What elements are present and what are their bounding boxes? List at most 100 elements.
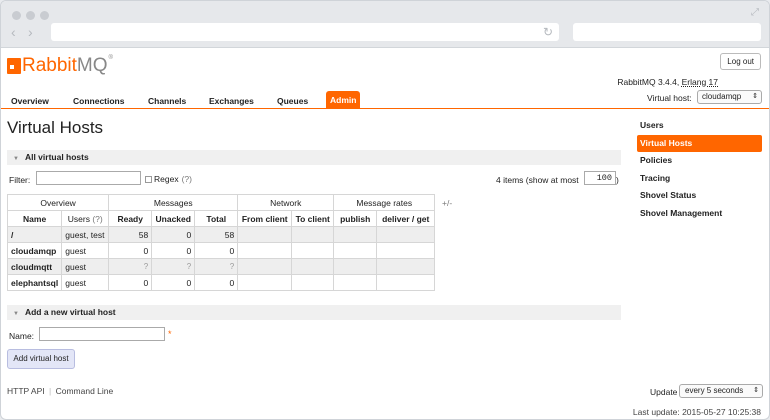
regex-help-link[interactable]: (?) bbox=[182, 174, 192, 184]
update-label: Update bbox=[650, 387, 678, 397]
items-count-close: ) bbox=[616, 175, 619, 185]
sidebar-item-users[interactable]: Users bbox=[637, 117, 762, 135]
close-window-dot[interactable] bbox=[12, 11, 21, 20]
minimize-window-dot[interactable] bbox=[26, 11, 35, 20]
vhost-deliver-get bbox=[376, 274, 436, 291]
tab-queues[interactable]: Queues bbox=[273, 93, 312, 109]
col-unacked[interactable]: Unacked bbox=[151, 210, 196, 227]
vhost-to-client bbox=[291, 242, 335, 259]
page-size-input[interactable]: 100 bbox=[584, 171, 616, 185]
address-bar[interactable]: ↻ bbox=[51, 23, 559, 41]
vhost-deliver-get bbox=[376, 258, 436, 275]
vhost-unacked: 0 bbox=[151, 226, 196, 243]
sidebar-item-shovel-management[interactable]: Shovel Management bbox=[637, 205, 762, 223]
collapse-triangle-icon: ▼ bbox=[13, 156, 19, 162]
forward-icon[interactable]: › bbox=[28, 25, 38, 39]
regex-checkbox[interactable] bbox=[145, 175, 152, 183]
group-messages: Messages bbox=[108, 194, 239, 211]
tab-admin[interactable]: Admin bbox=[326, 91, 361, 109]
vhost-users: guest bbox=[61, 274, 110, 291]
filter-label: Filter: bbox=[9, 175, 31, 185]
col-name[interactable]: Name bbox=[6, 210, 63, 227]
fullscreen-icon[interactable]: ⤢ bbox=[749, 7, 761, 19]
vhost-total: 0 bbox=[194, 242, 239, 259]
tab-overview[interactable]: Overview bbox=[7, 93, 53, 109]
vhost-unacked: 0 bbox=[151, 274, 196, 291]
last-update-timestamp: Last update: 2015-05-27 10:25:38 bbox=[632, 407, 761, 417]
required-marker: * bbox=[168, 329, 172, 339]
page-title: Virtual Hosts bbox=[7, 118, 104, 137]
select-arrows-icon: ⇕ bbox=[753, 387, 759, 394]
zoom-window-dot[interactable] bbox=[40, 11, 49, 20]
all-vhosts-section-header[interactable]: ▼ All virtual hosts bbox=[7, 150, 621, 165]
vhost-publish bbox=[333, 226, 378, 243]
http-api-link[interactable]: HTTP API bbox=[7, 386, 45, 396]
logo-text-rabbit: Rabbit bbox=[22, 55, 77, 76]
col-publish[interactable]: publish bbox=[333, 210, 378, 227]
filter-input[interactable] bbox=[36, 171, 141, 185]
vhost-from-client bbox=[237, 258, 293, 275]
back-icon[interactable]: ‹ bbox=[11, 25, 21, 39]
vhost-to-client bbox=[291, 274, 335, 291]
reload-icon[interactable]: ↻ bbox=[543, 25, 553, 39]
footer-links: HTTP API | Command Line bbox=[7, 386, 113, 396]
tab-channels[interactable]: Channels bbox=[144, 93, 190, 109]
vhost-ready: 58 bbox=[108, 226, 153, 243]
rabbitmq-logo-icon bbox=[7, 58, 21, 74]
vhost-unacked: 0 bbox=[151, 242, 196, 259]
table-header-row: Name Users (?) Ready Unacked Total From … bbox=[6, 210, 436, 227]
add-vhost-section-header[interactable]: ▼ Add a new virtual host bbox=[7, 305, 621, 320]
vhost-from-client bbox=[237, 242, 293, 259]
vhost-to-client bbox=[291, 226, 335, 243]
vhost-ready: ? bbox=[108, 258, 153, 275]
vhosts-table: Overview Messages Network Message rates … bbox=[6, 194, 436, 291]
col-deliver-get[interactable]: deliver / get bbox=[376, 210, 436, 227]
vhost-total: ? bbox=[194, 258, 239, 275]
sidebar-item-tracing[interactable]: Tracing bbox=[637, 170, 762, 188]
vhost-users: guest, test bbox=[61, 226, 110, 243]
vhost-users: guest bbox=[61, 242, 110, 259]
col-to-client[interactable]: To client bbox=[291, 210, 335, 227]
col-users-help[interactable]: (?) bbox=[92, 214, 102, 224]
sidebar-item-virtual-hosts[interactable]: Virtual Hosts bbox=[637, 134, 762, 152]
add-vhost-button[interactable]: Add virtual host bbox=[7, 349, 75, 369]
sidebar-item-policies[interactable]: Policies bbox=[637, 152, 762, 170]
browser-chrome: ⤢ ‹ › ↻ bbox=[1, 1, 769, 48]
vhost-total: 58 bbox=[194, 226, 239, 243]
table-group-header-row: Overview Messages Network Message rates bbox=[6, 194, 436, 211]
erlang-version-link[interactable]: Erlang 17 bbox=[682, 77, 718, 87]
vhost-deliver-get bbox=[376, 226, 436, 243]
vhost-name-link[interactable]: cloudamqp bbox=[6, 242, 63, 259]
items-count: 4 items (show at most bbox=[496, 175, 579, 185]
admin-sidebar: Users Virtual Hosts Policies Tracing Sho… bbox=[637, 117, 762, 222]
footer-separator: | bbox=[49, 386, 52, 396]
vhost-ready: 0 bbox=[108, 274, 153, 291]
vhost-total: 0 bbox=[194, 274, 239, 291]
version-info: RabbitMQ 3.4.4, Erlang 17 bbox=[617, 77, 718, 87]
vhost-to-client bbox=[291, 258, 335, 275]
column-toggle-link[interactable]: +/- bbox=[442, 198, 452, 208]
logo-registered-mark: ® bbox=[108, 55, 113, 61]
col-users[interactable]: Users (?) bbox=[61, 210, 110, 227]
col-from-client[interactable]: From client bbox=[237, 210, 293, 227]
regex-label: Regex bbox=[154, 174, 179, 184]
rabbitmq-version: RabbitMQ 3.4.4, bbox=[617, 77, 682, 87]
command-line-link[interactable]: Command Line bbox=[56, 386, 114, 396]
vhost-deliver-get bbox=[376, 242, 436, 259]
col-total[interactable]: Total bbox=[194, 210, 239, 227]
vhost-name-input[interactable] bbox=[39, 327, 165, 341]
browser-nav: ‹ › bbox=[11, 25, 38, 39]
vhost-name-link[interactable]: / bbox=[6, 226, 63, 243]
logout-button[interactable]: Log out bbox=[720, 53, 761, 70]
tab-exchanges[interactable]: Exchanges bbox=[205, 93, 258, 109]
browser-search-bar[interactable] bbox=[573, 23, 761, 41]
update-interval-select[interactable]: every 5 seconds ⇕ bbox=[679, 384, 763, 398]
vhost-name-link[interactable]: cloudmqtt bbox=[6, 258, 63, 275]
vhost-publish bbox=[333, 274, 378, 291]
vhost-name-link[interactable]: elephantsql bbox=[6, 274, 63, 291]
sidebar-item-shovel-status[interactable]: Shovel Status bbox=[637, 187, 762, 205]
browser-window: ⤢ ‹ › ↻ Rabbit MQ ® Log out RabbitMQ 3.4… bbox=[0, 0, 770, 420]
all-vhosts-section-title: All virtual hosts bbox=[24, 152, 89, 162]
tab-connections[interactable]: Connections bbox=[69, 93, 128, 109]
col-ready[interactable]: Ready bbox=[108, 210, 153, 227]
